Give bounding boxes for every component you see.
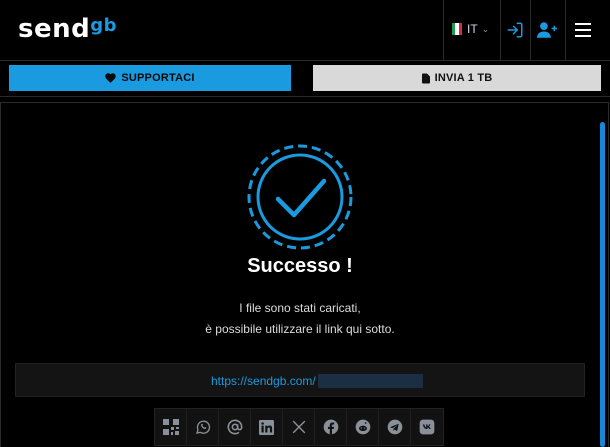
- divider: [443, 0, 444, 60]
- message-line: è possibile utilizzare il link qui sotto…: [205, 322, 395, 336]
- support-label: SUPPORTACI: [121, 72, 195, 84]
- redacted-link-part: [318, 374, 423, 388]
- login-button[interactable]: [503, 18, 527, 42]
- share-telegram-button[interactable]: [379, 409, 411, 445]
- share-reddit-button[interactable]: [347, 409, 379, 445]
- success-check-icon: [247, 144, 353, 250]
- divider: [565, 0, 566, 60]
- share-whatsapp-button[interactable]: [187, 409, 219, 445]
- share-email-button[interactable]: [219, 409, 251, 445]
- login-icon: [507, 22, 523, 38]
- add-user-icon: [537, 22, 557, 38]
- linkedin-icon: [259, 419, 274, 435]
- send-label: INVIA 1 TB: [434, 72, 493, 84]
- language-selector[interactable]: IT ⌄: [452, 22, 489, 36]
- support-button[interactable]: SUPPORTACI: [9, 65, 291, 91]
- top-navbar: sendgb IT ⌄: [0, 0, 610, 61]
- share-vk-button[interactable]: [411, 409, 443, 445]
- scrollbar[interactable]: [600, 122, 605, 447]
- share-bar: [154, 408, 444, 446]
- x-icon: [292, 420, 305, 434]
- chevron-down-icon: ⌄: [481, 23, 490, 34]
- success-title: Successo !: [247, 255, 353, 277]
- heart-icon: [105, 73, 117, 83]
- file-icon: [421, 73, 430, 83]
- italy-flag-icon: [452, 23, 462, 35]
- divider: [530, 0, 531, 60]
- whatsapp-icon: [195, 420, 210, 434]
- facebook-icon: [323, 419, 338, 435]
- share-qr-button[interactable]: [155, 409, 187, 445]
- share-linkedin-button[interactable]: [251, 409, 283, 445]
- logo[interactable]: sendgb: [18, 14, 117, 44]
- language-code: IT: [467, 22, 478, 36]
- logo-accent: gb: [90, 15, 118, 36]
- email-at-icon: [227, 419, 242, 435]
- logo-text: send: [18, 14, 91, 44]
- share-x-button[interactable]: [283, 409, 315, 445]
- send-1tb-button[interactable]: INVIA 1 TB: [313, 65, 601, 91]
- divider: [500, 0, 501, 60]
- action-tabs: SUPPORTACI INVIA 1 TB: [0, 60, 610, 97]
- register-button[interactable]: [535, 18, 559, 42]
- reddit-icon: [355, 419, 370, 435]
- vk-icon: [419, 419, 435, 435]
- hamburger-menu-icon: [575, 23, 591, 37]
- share-link[interactable]: https://sendgb.com/: [211, 374, 316, 388]
- telegram-icon: [387, 419, 402, 435]
- share-link-box[interactable]: https://sendgb.com/: [15, 363, 585, 397]
- qr-code-icon: [162, 419, 179, 435]
- share-facebook-button[interactable]: [315, 409, 347, 445]
- success-message: I file sono stati caricati, è possibile …: [0, 298, 600, 340]
- menu-button[interactable]: [571, 18, 595, 42]
- message-line: I file sono stati caricati,: [239, 301, 361, 315]
